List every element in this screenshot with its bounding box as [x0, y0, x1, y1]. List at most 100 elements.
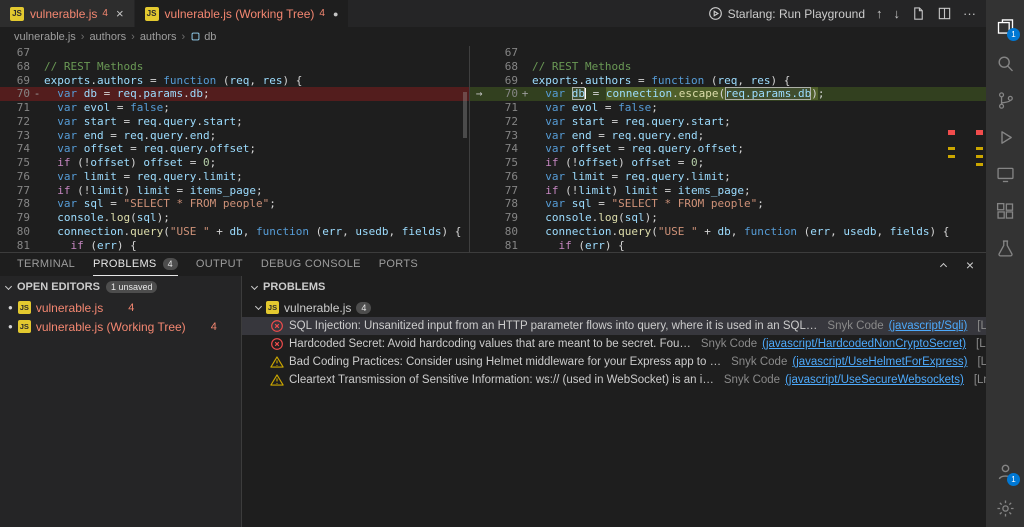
problem-code-link[interactable]: (javascript/UseSecureWebsockets) — [785, 374, 964, 386]
open-editor-item[interactable]: ● JS vulnerable.js (Working Tree) 4 — [0, 317, 241, 336]
code-line[interactable]: 75 if (!offset) offset = 0; — [0, 156, 469, 170]
code-line[interactable]: 68 // REST Methods — [0, 60, 469, 74]
problem-row[interactable]: Hardcoded Secret: Avoid hardcoding value… — [242, 335, 986, 353]
code-line[interactable]: 71 var evol = false; — [0, 101, 469, 115]
open-file-icon[interactable] — [911, 6, 926, 21]
panel-tab-terminal[interactable]: TERMINAL — [17, 253, 75, 276]
diff-original-pane[interactable]: 67 68 // REST Methods 69 exports.authors = f… — [0, 46, 470, 252]
panel-close-icon[interactable]: × — [966, 258, 974, 272]
code-line[interactable]: 69 exports.authors = function (req, res) … — [470, 74, 986, 88]
run-debug-icon[interactable] — [986, 119, 1024, 156]
code-line[interactable]: 67 — [0, 46, 469, 60]
code-line[interactable]: 80 connection.query("USE " + db, functio… — [0, 225, 469, 239]
breadcrumb-label: authors — [89, 30, 127, 43]
panel-actions: × — [938, 253, 986, 276]
code-line[interactable]: 81 if (err) { — [470, 239, 986, 253]
panel-tab-debug-console[interactable]: DEBUG CONSOLE — [261, 253, 361, 276]
account-icon[interactable]: 1 — [986, 453, 1024, 490]
warning-mark — [948, 147, 955, 150]
code-line[interactable]: 76 var limit = req.query.limit; — [470, 170, 986, 184]
breadcrumb[interactable]: vulnerable.js › authors › authors › db — [0, 27, 986, 46]
diff-marker — [30, 184, 44, 198]
extensions-icon[interactable] — [986, 193, 1024, 230]
code-line[interactable]: 80 connection.query("USE " + db, functio… — [470, 225, 986, 239]
breadcrumb-item[interactable]: authors — [140, 31, 177, 43]
problems-header[interactable]: PROBLEMS — [242, 276, 986, 298]
problems-file-row[interactable]: JS vulnerable.js 4 — [242, 298, 986, 317]
code-line[interactable]: 81 if (err) { — [0, 239, 469, 253]
code-line[interactable]: 72 var start = req.query.start; — [470, 115, 986, 129]
diff-modified-pane[interactable]: 67 68 // REST Methods 69 exports.authors = f… — [470, 46, 986, 252]
code-line[interactable]: 72 var start = req.query.start; — [0, 115, 469, 129]
code-line[interactable]: 68 // REST Methods — [470, 60, 986, 74]
notification-badge: 1 — [1007, 28, 1020, 41]
code-line[interactable]: 73 var end = req.query.end; — [0, 129, 469, 143]
code-text: exports.authors = function (req, res) { — [44, 73, 303, 87]
code-line[interactable]: 73 var end = req.query.end; — [470, 129, 986, 143]
revert-change-arrow-icon[interactable]: → — [470, 87, 488, 101]
panel-tab-badge: 4 — [162, 258, 178, 270]
settings-icon[interactable] — [986, 490, 1024, 527]
breadcrumb-item[interactable]: vulnerable.js — [14, 31, 76, 43]
panel-maximize-icon[interactable] — [938, 259, 950, 271]
explorer-icon[interactable]: 1 — [986, 8, 1024, 45]
line-number: 69 — [16, 73, 30, 87]
code-line[interactable]: 70- var db = req.params.db; — [0, 87, 469, 101]
source-control-icon[interactable] — [986, 82, 1024, 119]
editor-tab[interactable]: JS vulnerable.js 4 × — [0, 0, 135, 27]
unsaved-dot-icon[interactable]: ● — [333, 9, 338, 19]
editor-tab[interactable]: JS vulnerable.js (Working Tree) 4 ● — [134, 0, 350, 27]
testing-icon[interactable] — [986, 230, 1024, 267]
breadcrumb-item[interactable]: authors — [89, 31, 126, 43]
previous-change-icon[interactable]: ↑ — [876, 7, 883, 20]
code-line[interactable]: 79 console.log(sql); — [470, 211, 986, 225]
breadcrumb-item[interactable]: db — [190, 31, 216, 43]
scrollbar-thumb[interactable] — [463, 92, 467, 138]
tab-label: vulnerable.js (Working Tree) — [164, 6, 315, 21]
code-text: var end = req.query.end; — [57, 128, 217, 142]
code-line[interactable]: 74 var offset = req.query.offset; — [470, 142, 986, 156]
open-editor-item[interactable]: ● JS vulnerable.js 4 — [0, 298, 241, 317]
open-editor-name: vulnerable.js (Working Tree) — [35, 319, 186, 334]
code-line[interactable]: → 70 + var db = connection.escape(req.para… — [470, 87, 986, 101]
panel-tab-output[interactable]: OUTPUT — [196, 253, 243, 276]
code-line[interactable]: 77 if (!limit) limit = items_page; — [0, 184, 469, 198]
search-icon[interactable] — [986, 45, 1024, 82]
problems-file-name: vulnerable.js — [284, 300, 352, 315]
diff-marker — [518, 46, 532, 60]
diff-marker — [518, 184, 532, 198]
open-editors-header[interactable]: OPEN EDITORS 1 unsaved — [0, 276, 241, 298]
panel-tab-problems[interactable]: PROBLEMS 4 — [93, 253, 178, 276]
remote-explorer-icon[interactable] — [986, 156, 1024, 193]
code-line[interactable]: 74 var offset = req.query.offset; — [0, 142, 469, 156]
code-line[interactable]: 78 var sql = "SELECT * FROM people"; — [0, 197, 469, 211]
problem-code-link[interactable]: (javascript/Sqli) — [889, 320, 968, 332]
problem-code-link[interactable]: (javascript/HardcodedNonCryptoSecret) — [762, 338, 966, 350]
code-text: if (!offset) offset = 0; — [545, 156, 705, 169]
problem-row[interactable]: Cleartext Transmission of Sensitive Info… — [242, 371, 986, 389]
breadcrumb-label: authors — [139, 30, 177, 43]
problem-row[interactable]: Bad Coding Practices: Consider using Hel… — [242, 353, 986, 371]
code-line[interactable]: 79 console.log(sql); — [0, 211, 469, 225]
code-line[interactable]: 69 exports.authors = function (req, res) … — [0, 74, 469, 88]
next-change-icon[interactable]: ↓ — [894, 7, 901, 20]
run-playground-button[interactable]: Starlang: Run Playground — [708, 6, 865, 21]
code-line[interactable]: 75 if (!offset) offset = 0; — [470, 156, 986, 170]
panel-tab-ports[interactable]: PORTS — [379, 253, 418, 276]
problem-row[interactable]: SQL Injection: Unsanitized input from an… — [242, 317, 986, 335]
breadcrumb-separator: › — [80, 30, 85, 43]
code-line[interactable]: 78 var sql = "SELECT * FROM people"; — [470, 197, 986, 211]
code-line[interactable]: 71 var evol = false; — [470, 101, 986, 115]
breadcrumb-separator: › — [131, 30, 135, 43]
close-icon[interactable]: × — [116, 7, 124, 20]
diff-marker — [518, 225, 532, 239]
more-actions-icon[interactable]: ··· — [963, 7, 976, 20]
problem-location: [Ln 154, Col 35] — [973, 374, 986, 386]
code-line[interactable]: 77 if (!limit) limit = items_page; — [470, 184, 986, 198]
problem-code-link[interactable]: (javascript/UseHelmetForExpress) — [792, 356, 967, 368]
code-line[interactable]: 67 — [470, 46, 986, 60]
diff-marker — [518, 197, 532, 211]
code-line[interactable]: 76 var limit = req.query.limit; — [0, 170, 469, 184]
split-editor-icon[interactable] — [937, 6, 952, 21]
